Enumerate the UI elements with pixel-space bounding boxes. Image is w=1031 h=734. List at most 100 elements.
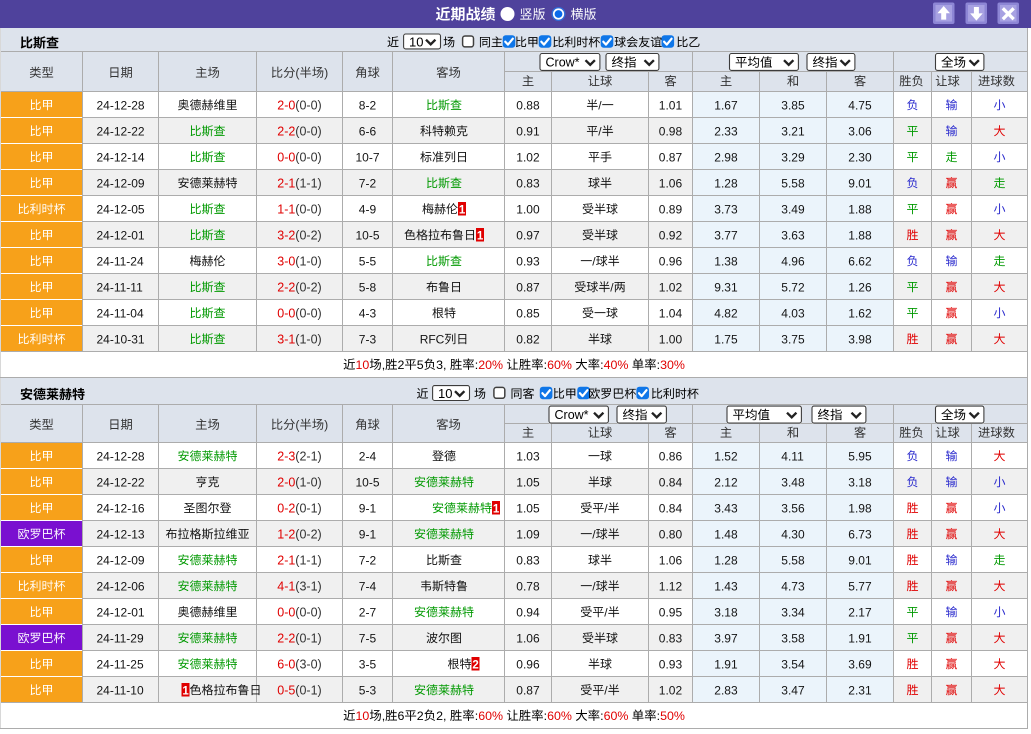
svg-text:0.87: 0.87 xyxy=(516,280,540,294)
svg-text:3.54: 3.54 xyxy=(781,657,805,671)
svg-text:1.48: 1.48 xyxy=(714,527,738,541)
svg-text:3.98: 3.98 xyxy=(848,332,872,346)
svg-text:9-1: 9-1 xyxy=(359,527,377,541)
svg-text:24-12-28: 24-12-28 xyxy=(97,98,145,112)
svg-text:4.96: 4.96 xyxy=(781,254,805,268)
svg-text:0.78: 0.78 xyxy=(516,579,540,593)
svg-text:7-2: 7-2 xyxy=(359,553,377,567)
svg-text:60%: 60% xyxy=(547,358,572,372)
svg-text:24-12-22: 24-12-22 xyxy=(97,124,145,138)
svg-text:,: , xyxy=(382,709,385,723)
svg-text:0.96: 0.96 xyxy=(516,657,540,671)
svg-text:1: 1 xyxy=(477,230,484,242)
svg-text:(1-1): (1-1) xyxy=(295,176,321,190)
svg-text:(0-0): (0-0) xyxy=(295,605,321,619)
svg-text:1.01: 1.01 xyxy=(659,98,683,112)
svg-text:24-12-14: 24-12-14 xyxy=(97,150,145,164)
svg-text:(0-2): (0-2) xyxy=(295,228,321,242)
svg-text:9.01: 9.01 xyxy=(848,553,872,567)
svg-text:1.06: 1.06 xyxy=(516,631,540,645)
svg-text:3.63: 3.63 xyxy=(781,228,805,242)
svg-text:0.93: 0.93 xyxy=(659,657,683,671)
svg-text:(1-0): (1-0) xyxy=(295,475,321,489)
svg-text:1.06: 1.06 xyxy=(659,176,683,190)
svg-text:60%: 60% xyxy=(478,709,503,723)
svg-text:0.92: 0.92 xyxy=(659,228,683,242)
svg-text:3-1: 3-1 xyxy=(277,332,295,346)
svg-text:10-7: 10-7 xyxy=(356,150,380,164)
svg-text:0.91: 0.91 xyxy=(516,124,540,138)
svg-text:2,: 2, xyxy=(436,709,446,723)
svg-text:2-0: 2-0 xyxy=(277,475,295,489)
svg-text:,: , xyxy=(382,358,385,372)
svg-text:0.95: 0.95 xyxy=(659,605,683,619)
svg-text:9.01: 9.01 xyxy=(848,176,872,190)
svg-text:5.58: 5.58 xyxy=(781,553,805,567)
svg-text:0.84: 0.84 xyxy=(659,475,683,489)
svg-text:3.18: 3.18 xyxy=(848,475,872,489)
svg-text:3.43: 3.43 xyxy=(714,501,738,515)
svg-text:5-8: 5-8 xyxy=(359,280,377,294)
svg-text:0.84: 0.84 xyxy=(659,501,683,515)
svg-text:3.77: 3.77 xyxy=(714,228,738,242)
svg-text:1-2: 1-2 xyxy=(277,527,295,541)
svg-text:3.69: 3.69 xyxy=(848,657,872,671)
svg-text:24-12-22: 24-12-22 xyxy=(97,475,145,489)
svg-text:2.12: 2.12 xyxy=(714,475,738,489)
svg-text:24-12-09: 24-12-09 xyxy=(97,176,145,190)
svg-text:1.75: 1.75 xyxy=(714,332,738,346)
svg-text:2.98: 2.98 xyxy=(714,150,738,164)
svg-text:24-10-31: 24-10-31 xyxy=(97,332,145,346)
svg-text:2: 2 xyxy=(398,358,405,372)
svg-text:3.47: 3.47 xyxy=(781,683,805,697)
svg-text:24-11-25: 24-11-25 xyxy=(97,657,144,671)
svg-text:2-1: 2-1 xyxy=(277,553,295,567)
svg-text:(0-1): (0-1) xyxy=(295,683,321,697)
svg-text:3.18: 3.18 xyxy=(714,605,738,619)
svg-text:3.49: 3.49 xyxy=(781,202,805,216)
svg-text:2-2: 2-2 xyxy=(277,124,295,138)
svg-text:24-11-24: 24-11-24 xyxy=(97,254,144,268)
svg-text:40%: 40% xyxy=(604,358,629,372)
svg-text:10-5: 10-5 xyxy=(356,228,380,242)
svg-text:0.82: 0.82 xyxy=(516,332,540,346)
svg-text:24-12-01: 24-12-01 xyxy=(97,605,145,619)
svg-text:3.21: 3.21 xyxy=(781,124,805,138)
svg-text:(0-1): (0-1) xyxy=(295,501,321,515)
svg-text:6: 6 xyxy=(398,709,405,723)
svg-text:1.43: 1.43 xyxy=(714,579,738,593)
svg-text:1: 1 xyxy=(459,204,466,216)
svg-text:(2-1): (2-1) xyxy=(295,449,321,463)
svg-text:7-3: 7-3 xyxy=(359,332,377,346)
svg-text:0.89: 0.89 xyxy=(659,202,683,216)
svg-text:7-4: 7-4 xyxy=(359,579,377,593)
svg-text:4-1: 4-1 xyxy=(277,579,295,593)
svg-text:0.83: 0.83 xyxy=(516,176,540,190)
svg-text:5.58: 5.58 xyxy=(781,176,805,190)
svg-text:24-11-29: 24-11-29 xyxy=(97,631,144,645)
svg-text:24-12-28: 24-12-28 xyxy=(97,449,145,463)
svg-text:1.98: 1.98 xyxy=(848,501,872,515)
svg-text:5-3: 5-3 xyxy=(359,683,377,697)
svg-text:30%: 30% xyxy=(660,358,685,372)
svg-text:6-0: 6-0 xyxy=(277,657,295,671)
svg-text:2: 2 xyxy=(472,659,478,671)
svg-text:24-11-10: 24-11-10 xyxy=(97,683,144,697)
svg-text:4.82: 4.82 xyxy=(714,306,738,320)
svg-text:(0-0): (0-0) xyxy=(295,202,321,216)
svg-text:1.05: 1.05 xyxy=(516,501,540,515)
svg-text:3.48: 3.48 xyxy=(781,475,805,489)
svg-text:24-12-06: 24-12-06 xyxy=(97,579,145,593)
svg-text:4.30: 4.30 xyxy=(781,527,805,541)
svg-text:1.04: 1.04 xyxy=(659,306,683,320)
svg-text:10: 10 xyxy=(409,34,423,49)
svg-text:1.02: 1.02 xyxy=(659,683,683,697)
svg-text:(0-0): (0-0) xyxy=(295,306,321,320)
svg-text:60%: 60% xyxy=(547,709,572,723)
svg-text:1.02: 1.02 xyxy=(516,150,540,164)
svg-text:1.62: 1.62 xyxy=(848,306,872,320)
svg-text:1.88: 1.88 xyxy=(848,228,872,242)
svg-text:0.85: 0.85 xyxy=(516,306,540,320)
svg-text:(1-0): (1-0) xyxy=(295,254,321,268)
svg-text:Crow*: Crow* xyxy=(555,408,589,422)
